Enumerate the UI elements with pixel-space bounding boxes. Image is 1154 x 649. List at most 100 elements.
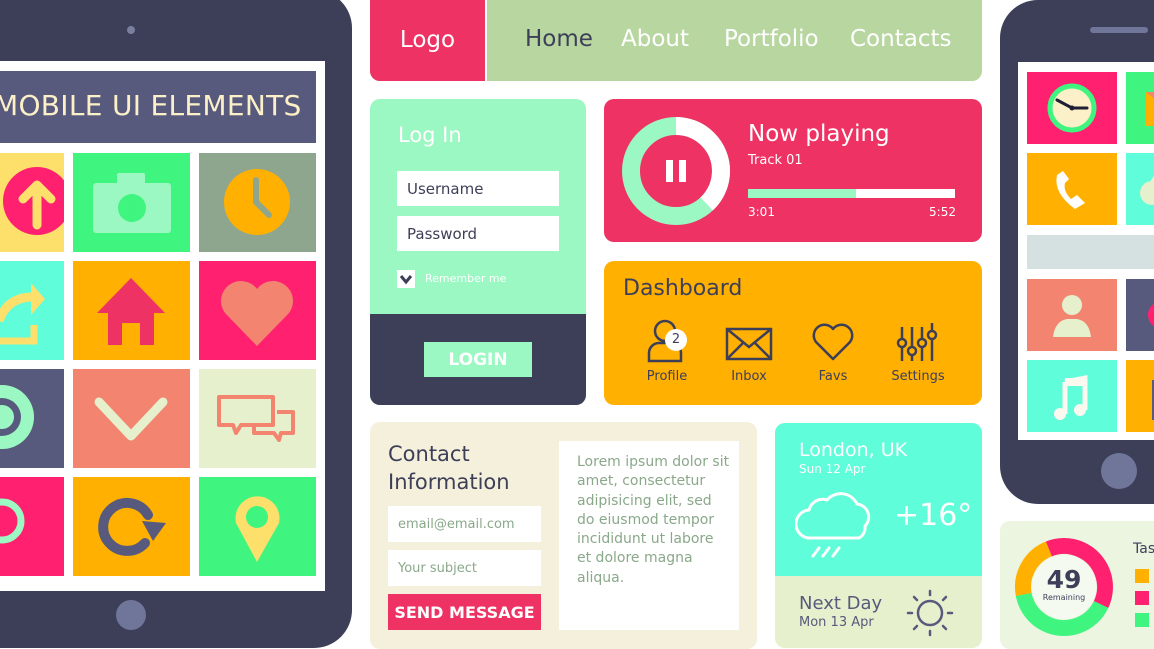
tasks-legend-swatch xyxy=(1135,569,1149,583)
login-title: Log In xyxy=(398,123,462,147)
music-icon xyxy=(1054,374,1088,420)
tablet-title: MOBILE UI ELEMENTS xyxy=(0,89,302,122)
tablet-tile-chevron[interactable] xyxy=(73,369,190,468)
chat-bubbles-icon xyxy=(217,395,295,442)
tablet-tile-heart[interactable] xyxy=(199,261,316,360)
camera-icon xyxy=(93,173,171,233)
phone-tile-clock[interactable] xyxy=(1027,72,1117,144)
tablet-camera xyxy=(127,26,135,34)
playback-ring[interactable] xyxy=(622,117,730,225)
sliders-icon xyxy=(896,323,938,361)
tasks-remaining-label: Remaining xyxy=(1042,593,1086,602)
phone-tile-circle[interactable] xyxy=(1126,279,1154,351)
remember-me-label: Remember me xyxy=(425,272,507,285)
contact-card: Contact Information SEND MESSAGE Lorem i… xyxy=(370,422,757,649)
refresh-icon xyxy=(98,497,166,556)
dashboard-title: Dashboard xyxy=(623,276,743,301)
tasks-legend-swatch xyxy=(1135,591,1149,605)
tablet-tile-clock[interactable] xyxy=(199,153,316,252)
music-player: Now playing Track 01 3:01 5:52 xyxy=(604,99,982,242)
top-nav: Logo Home About Portfolio Contacts xyxy=(370,0,982,81)
heart-outline-icon xyxy=(812,323,854,361)
dashboard-card: Dashboard 2 Profile Inbox Favs Settings xyxy=(604,261,982,405)
send-message-button[interactable]: SEND MESSAGE xyxy=(388,594,541,630)
nav-item-home[interactable]: Home xyxy=(525,26,593,52)
dashboard-label-profile: Profile xyxy=(646,369,688,384)
phone-tile-mail[interactable] xyxy=(1126,72,1154,144)
nav-divider xyxy=(485,0,487,81)
tablet-home-button[interactable] xyxy=(116,600,146,630)
tablet-tile-home[interactable] xyxy=(73,261,190,360)
remember-me-checkbox[interactable] xyxy=(397,270,415,288)
contact-title-line1: Contact xyxy=(388,442,470,466)
weather-today: London, UK Sun 12 Apr +16° xyxy=(775,423,982,576)
phone-speaker xyxy=(1090,27,1148,33)
dashboard-item-favs[interactable]: Favs xyxy=(795,317,871,384)
password-input[interactable] xyxy=(397,216,559,251)
nav-item-about[interactable]: About xyxy=(621,26,689,52)
map-pin-icon xyxy=(235,496,280,562)
player-title: Now playing xyxy=(748,121,890,147)
tablet-header: MOBILE UI ELEMENTS xyxy=(0,71,316,143)
phone-home-button[interactable] xyxy=(1101,453,1137,489)
phone-tile-cloud[interactable] xyxy=(1126,153,1154,225)
phone-tile-music[interactable] xyxy=(1027,360,1117,432)
tablet-tile-ring[interactable] xyxy=(0,477,64,576)
contact-title-line2: Information xyxy=(388,470,510,494)
pause-icon[interactable] xyxy=(666,160,686,182)
next-day-label: Next Day xyxy=(799,593,883,614)
envelope-icon xyxy=(1146,92,1154,126)
username-input[interactable] xyxy=(397,171,559,206)
clock-icon xyxy=(224,169,290,235)
tablet-tile-camera[interactable] xyxy=(73,153,190,252)
message-textarea[interactable]: Lorem ipsum dolor sit amet, consectetur … xyxy=(559,441,739,630)
total-time: 5:52 xyxy=(929,205,956,219)
tablet-tile-map-pin[interactable] xyxy=(199,477,316,576)
weather-card: London, UK Sun 12 Apr +16° Next Day Mon … xyxy=(775,423,982,648)
weather-date: Sun 12 Apr xyxy=(799,462,866,476)
dashboard-item-settings[interactable]: Settings xyxy=(880,317,956,384)
track-progress-bar[interactable] xyxy=(748,189,955,198)
dashboard-label-inbox: Inbox xyxy=(731,369,767,384)
tablet-tile-refresh[interactable] xyxy=(73,477,190,576)
subject-input[interactable] xyxy=(388,550,541,586)
tasks-widget: 49 Remaining Tas xyxy=(1000,521,1154,649)
box-icon xyxy=(1152,380,1154,420)
cloud-icon xyxy=(1140,176,1154,205)
phone-tile-phone[interactable] xyxy=(1027,153,1117,225)
dashboard-item-profile[interactable]: 2 Profile xyxy=(629,317,705,384)
contact-title: Contact Information xyxy=(388,440,548,496)
checkmark-icon xyxy=(399,275,413,285)
phone-banner[interactable] xyxy=(1027,235,1154,269)
next-day-date: Mon 13 Apr xyxy=(799,615,874,630)
current-time: 3:01 xyxy=(748,205,775,219)
dashboard-item-inbox[interactable]: Inbox xyxy=(711,317,787,384)
profile-badge: 2 xyxy=(665,329,687,351)
share-icon xyxy=(0,283,45,345)
tablet-tile-chat[interactable] xyxy=(199,369,316,468)
arrow-up-circle-icon xyxy=(3,167,71,235)
envelope-icon xyxy=(725,327,773,361)
track-progress-fill xyxy=(748,189,856,198)
login-card: Log In Remember me LOGIN xyxy=(370,99,586,405)
phone-icon xyxy=(1056,171,1085,209)
logo[interactable]: Logo xyxy=(370,0,485,81)
circle-icon xyxy=(1148,303,1154,327)
dashboard-label-settings: Settings xyxy=(891,369,945,384)
ring-icon xyxy=(0,498,25,544)
phone-tile-box[interactable] xyxy=(1126,360,1154,432)
email-input[interactable] xyxy=(388,506,541,542)
login-button[interactable]: LOGIN xyxy=(424,342,532,377)
nav-item-portfolio[interactable]: Portfolio xyxy=(724,26,819,52)
tablet-tile-gear[interactable] xyxy=(0,369,64,468)
tablet-tile-share[interactable] xyxy=(0,261,64,360)
weather-temperature: +16° xyxy=(894,498,973,533)
tasks-legend-swatch xyxy=(1135,613,1149,627)
nav-item-contacts[interactable]: Contacts xyxy=(850,26,951,52)
dashboard-label-favs: Favs xyxy=(818,369,848,384)
heart-icon xyxy=(221,281,293,346)
phone-tile-contact[interactable] xyxy=(1027,279,1117,351)
tablet-tile-arrow-up[interactable] xyxy=(0,153,71,252)
chevron-down-icon xyxy=(94,397,168,441)
track-name: Track 01 xyxy=(748,153,803,168)
